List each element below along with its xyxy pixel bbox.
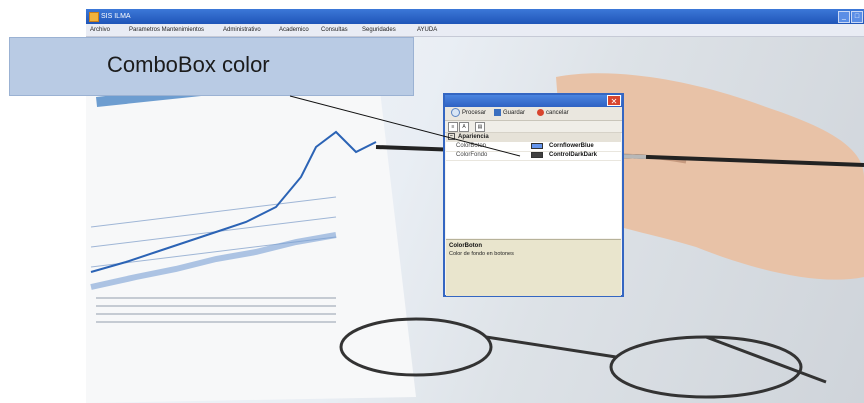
dialog-toolbar: Procesar Guardar cancelar (445, 107, 622, 121)
property-grid: − Apariencia ColorBoton CornflowerBlue Co… (446, 133, 621, 238)
process-icon (451, 108, 460, 117)
property-value[interactable]: ControlDarkDark (531, 151, 621, 160)
minimize-button[interactable]: _ (838, 11, 850, 23)
menu-consultas[interactable]: Consultas (321, 24, 348, 36)
color-swatch (531, 152, 543, 158)
cancelar-label: cancelar (546, 110, 569, 116)
procesar-label: Procesar (462, 110, 487, 117)
menu-academico[interactable]: Academico (279, 24, 309, 36)
menu-bar: Archivo Parametros Mantenimientos Admini… (86, 24, 864, 37)
category-label: Apariencia (458, 134, 489, 141)
close-button[interactable]: ✕ (607, 95, 621, 106)
alphabetical-sort-icon[interactable]: A (459, 122, 469, 132)
menu-parametros-mantenimientos[interactable]: Parametros Mantenimientos (129, 24, 204, 36)
property-value-text: ControlDarkDark (549, 152, 598, 158)
cancelar-button[interactable]: cancelar (537, 108, 569, 119)
menu-archivo[interactable]: Archivo (90, 24, 110, 36)
save-icon (494, 108, 501, 116)
annotation-label: ComboBox color (9, 37, 414, 96)
property-value[interactable]: CornflowerBlue (531, 142, 621, 151)
menu-administrativo[interactable]: Administrativo (223, 24, 261, 36)
app-icon (89, 12, 99, 22)
annotation-text: ComboBox color (107, 52, 270, 77)
property-grid-toolbar: ≡ A ▤ (445, 121, 622, 133)
help-description: Color de fondo en botones (449, 251, 514, 257)
maximize-button[interactable]: □ (851, 11, 863, 23)
property-name: ColorFondo (456, 152, 488, 158)
property-name: ColorBoton (456, 143, 487, 149)
help-panel: ColorBoton Color de fondo en botones (446, 239, 621, 296)
menu-ayuda[interactable]: AYUDA (417, 24, 437, 36)
property-dialog: ✕ Procesar Guardar cancelar ≡ A ▤ − Apari… (443, 93, 624, 297)
guardar-label: Guardar (503, 110, 526, 116)
cancel-icon (537, 108, 544, 116)
category-row[interactable]: − Apariencia (446, 133, 621, 142)
help-title: ColorBoton (449, 243, 482, 249)
dialog-titlebar[interactable]: ✕ (445, 95, 622, 107)
guardar-button[interactable]: Guardar (494, 108, 525, 119)
collapse-icon[interactable]: − (448, 133, 455, 140)
procesar-button[interactable]: Procesar (451, 108, 486, 119)
property-row[interactable]: ColorFondo ControlDarkDark (446, 151, 621, 161)
property-pages-icon[interactable]: ▤ (475, 122, 485, 132)
property-value-text: CornflowerBlue (549, 143, 594, 149)
window-titlebar[interactable]: SIS ILMA _ □ (86, 9, 864, 24)
menu-seguridades[interactable]: Seguridades (362, 24, 396, 36)
categorized-view-icon[interactable]: ≡ (448, 122, 458, 132)
color-swatch (531, 143, 543, 149)
window-title: SIS ILMA (101, 13, 131, 20)
